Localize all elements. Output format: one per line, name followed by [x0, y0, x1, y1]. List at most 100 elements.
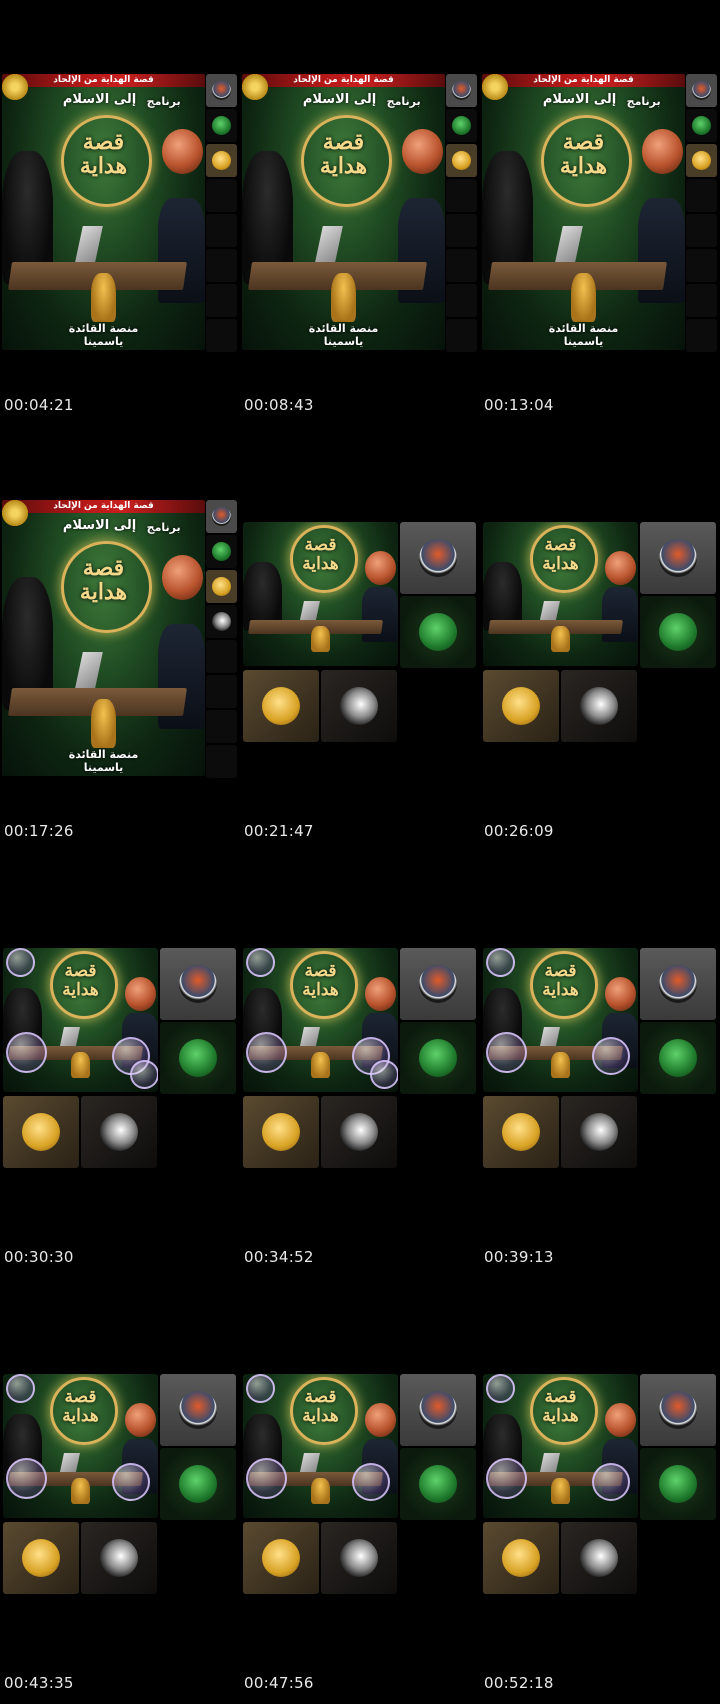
participant-tile-planet[interactable] — [640, 1022, 716, 1094]
frame-timestamp: 00:26:09 — [484, 822, 554, 840]
participant-slot[interactable] — [206, 535, 237, 568]
main-video-tile[interactable]: قصة هداية — [243, 522, 398, 666]
participant-slot[interactable] — [446, 74, 477, 107]
main-video-tile[interactable]: قصة هداية — [3, 948, 158, 1092]
heart-bubble-effect — [111, 1463, 150, 1502]
participant-slot[interactable] — [446, 284, 477, 317]
participant-tile-gold[interactable] — [243, 1096, 319, 1168]
participant-slot[interactable] — [206, 710, 237, 743]
participant-tile-gold[interactable] — [483, 670, 559, 742]
main-video-tile[interactable]: قصة هداية — [243, 1374, 398, 1518]
participant-tile-gold[interactable] — [243, 1522, 319, 1594]
participant-tile-portrait[interactable] — [321, 1096, 397, 1168]
participant-slot[interactable] — [446, 249, 477, 282]
participant-slot[interactable] — [206, 500, 237, 533]
participant-slot[interactable] — [206, 605, 237, 638]
participant-tile-knight[interactable] — [640, 948, 716, 1020]
participant-slot[interactable] — [686, 109, 717, 142]
thumbnail-frame[interactable]: قصة الهداية من الإلحاد برنامج إلى الاسلام ق… — [0, 0, 240, 426]
thumbnail-frame[interactable]: قصة هداية 00:30:30 — [0, 852, 240, 1278]
thumbnail-frame[interactable]: قصة الهداية من الإلحاد برنامج إلى الاسلام ق… — [240, 0, 480, 426]
thumbnail-frame[interactable]: قصة هداية 00:52:18 — [480, 1278, 720, 1704]
participant-slot[interactable] — [206, 570, 237, 603]
thumbnail-frame[interactable]: قصة هداية 00:26:09 — [480, 426, 720, 852]
scene-title-line1: قصة — [544, 534, 577, 555]
platform-logo-text: منصة القائدة ياسمينا — [68, 322, 139, 349]
participant-tile-knight[interactable] — [400, 1374, 476, 1446]
participant-avatar-icon — [452, 151, 471, 170]
participant-slot[interactable] — [206, 249, 237, 282]
participant-tile-planet[interactable] — [400, 1448, 476, 1520]
participant-tile-knight[interactable] — [640, 1374, 716, 1446]
participant-slot[interactable] — [206, 214, 237, 247]
participant-tile-portrait[interactable] — [81, 1096, 157, 1168]
main-video-tile[interactable]: قصة هداية — [3, 1374, 158, 1518]
participant-slot[interactable] — [686, 179, 717, 212]
participant-slot[interactable] — [206, 109, 237, 142]
thumbnail-frame[interactable]: قصة هداية 00:39:13 — [480, 852, 720, 1278]
participant-slot[interactable] — [446, 144, 477, 177]
participant-tile-portrait[interactable] — [321, 1522, 397, 1594]
participant-tile-portrait[interactable] — [561, 670, 637, 742]
brain-head-overlay — [162, 129, 203, 174]
participant-slot[interactable] — [686, 74, 717, 107]
participant-tile-planet[interactable] — [160, 1448, 236, 1520]
brain-head-overlay — [402, 129, 443, 174]
participant-tile-portrait[interactable] — [561, 1522, 637, 1594]
thumbnail-frame[interactable]: قصة هداية 00:47:56 — [240, 1278, 480, 1704]
participant-tile-knight[interactable] — [640, 522, 716, 594]
participant-tile-planet[interactable] — [640, 596, 716, 668]
heart-bubble-effect — [6, 1457, 48, 1499]
thumbnail-frame[interactable]: قصة الهداية من الإلحاد برنامج إلى الاسلام ق… — [480, 0, 720, 426]
participant-tile-gold[interactable] — [243, 670, 319, 742]
participant-tile-planet[interactable] — [640, 1448, 716, 1520]
scene-title-line1: قصة — [64, 1386, 97, 1407]
thumbnail-frame[interactable]: قصة هداية 00:43:35 — [0, 1278, 240, 1704]
thumbnail-frame[interactable]: قصة هداية 00:34:52 — [240, 852, 480, 1278]
participant-slot[interactable] — [686, 284, 717, 317]
brain-head-overlay — [162, 555, 203, 600]
participant-slot[interactable] — [206, 319, 237, 352]
participant-avatar-icon — [179, 965, 217, 1003]
participant-tile-portrait[interactable] — [321, 670, 397, 742]
participant-slot[interactable] — [686, 319, 717, 352]
participant-avatar-icon — [212, 577, 231, 596]
participant-tile-gold[interactable] — [3, 1522, 79, 1594]
participant-tile-planet[interactable] — [160, 1022, 236, 1094]
participant-tile-gold[interactable] — [483, 1522, 559, 1594]
participant-slot[interactable] — [206, 74, 237, 107]
participant-slot[interactable] — [686, 249, 717, 282]
participant-slot[interactable] — [206, 675, 237, 708]
participant-avatar-icon — [502, 687, 540, 725]
participant-tile-planet[interactable] — [400, 1022, 476, 1094]
participant-tile-gold[interactable] — [3, 1096, 79, 1168]
participant-tile-gold[interactable] — [483, 1096, 559, 1168]
main-video-tile[interactable]: قصة هداية — [483, 948, 638, 1092]
participant-slot[interactable] — [446, 109, 477, 142]
participant-slot[interactable] — [686, 144, 717, 177]
participant-tile-knight[interactable] — [400, 948, 476, 1020]
participant-slot[interactable] — [206, 144, 237, 177]
participant-slot[interactable] — [206, 745, 237, 778]
scene-title-line2: هداية — [302, 553, 339, 574]
participant-tile-portrait[interactable] — [561, 1096, 637, 1168]
participant-slot[interactable] — [446, 319, 477, 352]
thumbnail-frame[interactable]: قصة هداية 00:21:47 — [240, 426, 480, 852]
participant-tile-planet[interactable] — [400, 596, 476, 668]
participant-slot[interactable] — [446, 214, 477, 247]
heart-bubble-effect — [351, 1463, 390, 1502]
participant-tile-knight[interactable] — [160, 1374, 236, 1446]
participant-tile-knight[interactable] — [400, 522, 476, 594]
participant-slot[interactable] — [206, 284, 237, 317]
participant-tile-knight[interactable] — [160, 948, 236, 1020]
participant-slot[interactable] — [206, 179, 237, 212]
main-video-tile[interactable]: قصة هداية — [483, 522, 638, 666]
main-video-tile[interactable]: قصة هداية — [483, 1374, 638, 1518]
main-video-tile[interactable]: قصة هداية — [243, 948, 398, 1092]
participant-slot[interactable] — [686, 214, 717, 247]
participant-slot[interactable] — [206, 640, 237, 673]
scene-title-line1: قصة — [304, 534, 337, 555]
participant-tile-portrait[interactable] — [81, 1522, 157, 1594]
participant-slot[interactable] — [446, 179, 477, 212]
thumbnail-frame[interactable]: قصة الهداية من الإلحاد برنامج إلى الاسلام ق… — [0, 426, 240, 852]
